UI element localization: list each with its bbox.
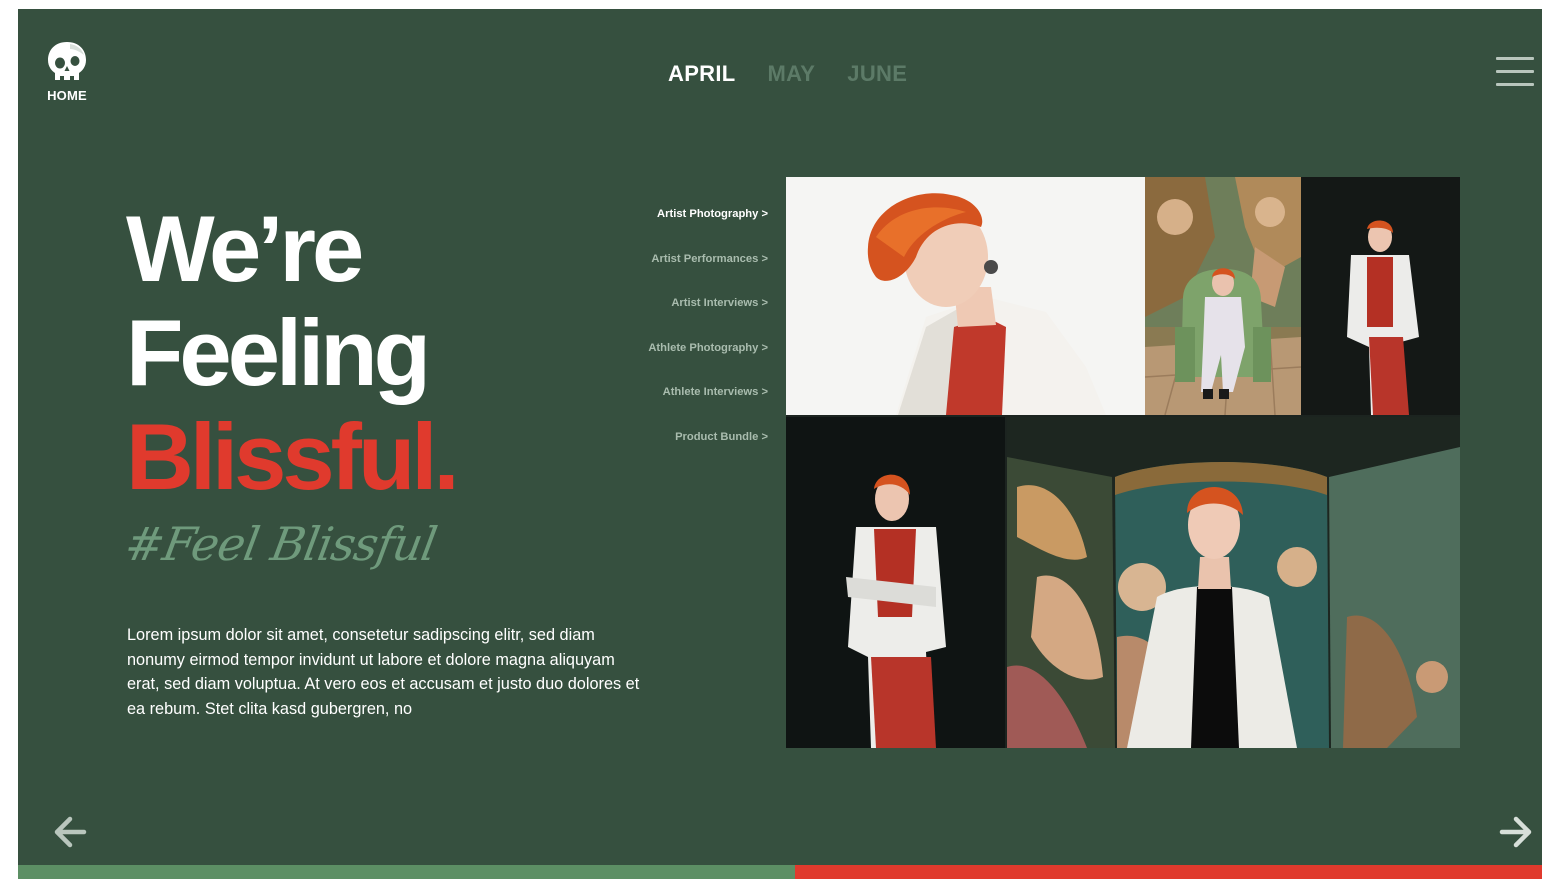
skull-icon xyxy=(48,42,86,80)
progress-bar-fill xyxy=(18,865,796,879)
photo-fresco-screen-portrait[interactable] xyxy=(1007,417,1460,748)
category-product-bundle[interactable]: Product Bundle > xyxy=(648,430,768,475)
home-link[interactable]: HOME xyxy=(42,39,92,103)
category-artist-performances[interactable]: Artist Performances > xyxy=(648,252,768,297)
category-athlete-interviews[interactable]: Athlete Interviews > xyxy=(648,385,768,430)
headline-line-1: We’re xyxy=(126,196,364,301)
hamburger-menu-icon[interactable] xyxy=(1496,57,1536,97)
hashtag-script: #Feel Blissful xyxy=(121,517,441,571)
headline-line-2: Feeling xyxy=(126,300,431,405)
headline-line-3: Blissful. xyxy=(126,404,460,509)
category-athlete-photography[interactable]: Athlete Photography > xyxy=(648,341,768,386)
tab-june[interactable]: JUNE xyxy=(847,61,907,87)
page-canvas: HOME APRIL MAY JUNE We’re Feeling Blissf… xyxy=(18,9,1542,879)
arrow-left-icon[interactable] xyxy=(50,812,90,852)
photo-standing-full-length[interactable] xyxy=(786,417,1005,748)
home-label: HOME xyxy=(47,88,87,103)
category-artist-interviews[interactable]: Artist Interviews > xyxy=(648,296,768,341)
hero-body-text: Lorem ipsum dolor sit amet, consetetur s… xyxy=(127,626,640,718)
month-tabs: APRIL MAY JUNE xyxy=(668,61,907,87)
category-nav: Artist Photography > Artist Performances… xyxy=(648,207,768,475)
tab-may[interactable]: MAY xyxy=(768,61,816,87)
tab-april[interactable]: APRIL xyxy=(668,61,736,87)
hero-headline: We’re Feeling Blissful. xyxy=(126,196,460,509)
photo-seated-armchair-fresco[interactable] xyxy=(1145,177,1301,415)
category-artist-photography[interactable]: Artist Photography > xyxy=(648,207,768,252)
arrow-right-icon[interactable] xyxy=(1496,812,1536,852)
photo-standing-dark-background[interactable] xyxy=(1301,177,1460,415)
photo-portrait-white-background[interactable] xyxy=(786,177,1145,415)
progress-bar xyxy=(18,865,1542,879)
photo-gallery xyxy=(786,177,1460,748)
